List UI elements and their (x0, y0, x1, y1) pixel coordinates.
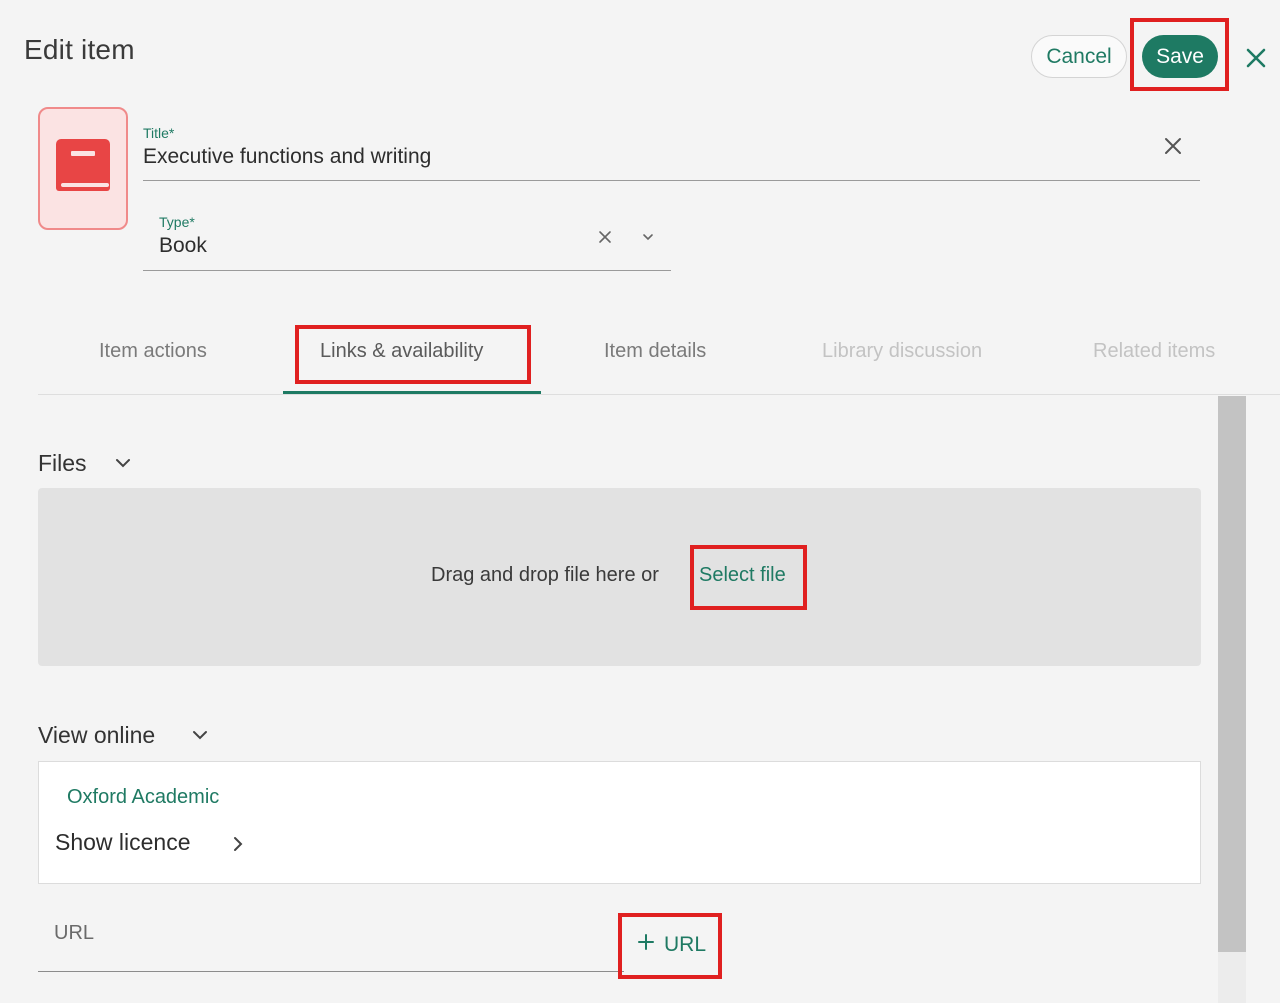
chevron-down-icon[interactable] (113, 453, 133, 478)
tab-item-details[interactable]: Item details (604, 340, 706, 363)
tab-item-actions[interactable]: Item actions (99, 340, 207, 363)
clear-icon[interactable] (1160, 133, 1186, 164)
tab-library-discussion[interactable]: Library discussion (822, 340, 982, 363)
url-underline (38, 971, 624, 972)
tab-links-availability[interactable]: Links & availability (320, 340, 483, 363)
chevron-right-icon[interactable] (228, 834, 248, 859)
files-section-title[interactable]: Files (38, 450, 87, 477)
url-input[interactable]: URL (54, 922, 94, 945)
tabs-divider (38, 394, 1280, 395)
save-button[interactable]: Save (1142, 35, 1218, 78)
page-title: Edit item (24, 34, 135, 65)
book-icon (53, 133, 113, 204)
title-underline (143, 180, 1200, 181)
item-type-tile (38, 107, 128, 230)
active-tab-indicator (283, 391, 541, 394)
type-underline (143, 270, 671, 271)
scrollbar-thumb[interactable] (1218, 396, 1246, 952)
view-online-section-title[interactable]: View online (38, 722, 155, 749)
close-icon[interactable] (1240, 42, 1272, 74)
show-licence-button[interactable]: Show licence (55, 829, 191, 856)
title-field-label: Title* (143, 125, 175, 141)
dropzone-text: Drag and drop file here or (431, 564, 659, 586)
chevron-down-icon[interactable] (190, 725, 210, 750)
provider-link[interactable]: Oxford Academic (67, 786, 219, 809)
select-file-link[interactable]: Select file (699, 564, 786, 587)
title-field[interactable]: Executive functions and writing (143, 145, 431, 169)
cancel-button[interactable]: Cancel (1031, 35, 1127, 78)
add-url-label: URL (664, 933, 707, 956)
type-select[interactable]: Book (159, 234, 207, 258)
tab-related-items[interactable]: Related items (1093, 340, 1215, 363)
online-resource-card (38, 761, 1201, 884)
plus-icon (636, 932, 656, 958)
add-url-button[interactable]: URL (636, 932, 706, 958)
chevron-down-icon[interactable] (640, 229, 656, 250)
type-field-label: Type* (159, 214, 195, 230)
clear-icon[interactable] (596, 228, 614, 251)
